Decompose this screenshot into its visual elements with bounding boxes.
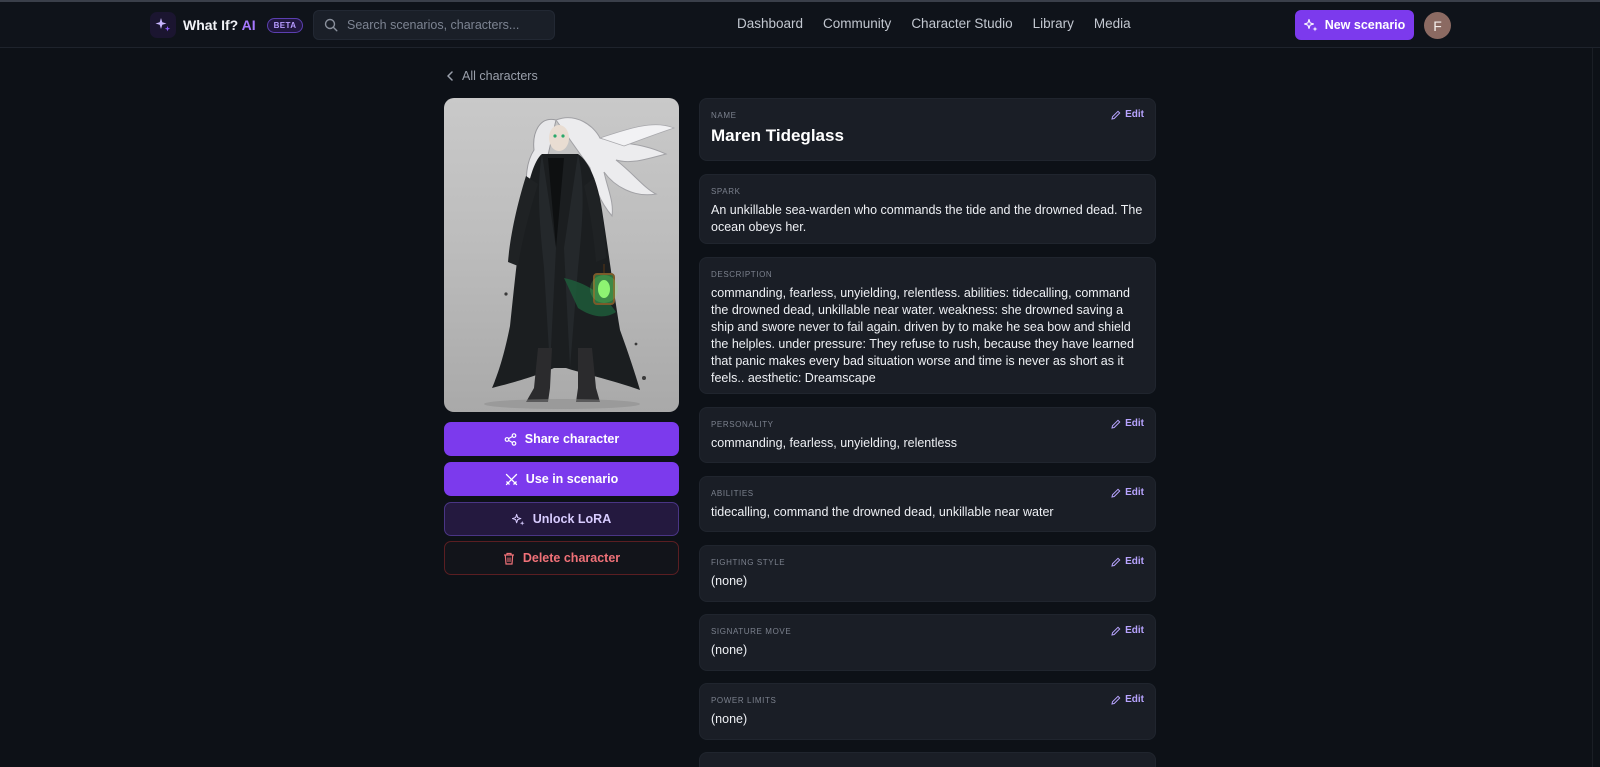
edit-label: Edit xyxy=(1125,556,1144,567)
main-nav: Dashboard Community Character Studio Lib… xyxy=(737,16,1131,31)
delete-character-button[interactable]: Delete character xyxy=(444,541,679,575)
brand-name-text: What If? xyxy=(183,17,239,33)
sparkles-icon xyxy=(1303,18,1318,32)
abilities-value: tidecalling, command the drowned dead, u… xyxy=(711,505,1054,519)
new-scenario-button[interactable]: New scenario xyxy=(1295,10,1414,40)
fighting-style-card: FIGHTING STYLE (none) Edit xyxy=(699,545,1156,602)
edit-abilities-button[interactable]: Edit xyxy=(1111,487,1144,498)
signature-move-value: (none) xyxy=(711,643,748,657)
name-card: NAME Maren Tideglass Edit xyxy=(699,98,1156,161)
share-icon xyxy=(504,432,517,446)
power-limits-field-label: POWER LIMITS xyxy=(711,696,777,705)
nav-dashboard[interactable]: Dashboard xyxy=(737,16,803,31)
user-avatar[interactable]: F xyxy=(1424,12,1451,39)
fighting-style-value: (none) xyxy=(711,574,748,588)
personality-field-label: PERSONALITY xyxy=(711,420,774,429)
pencil-icon xyxy=(1111,488,1121,498)
share-character-button[interactable]: Share character xyxy=(444,422,679,456)
description-card: DESCRIPTION commanding, fearless, unyiel… xyxy=(699,257,1156,394)
brand[interactable]: What If? AI BETA xyxy=(150,11,304,39)
fighting-style-field-label: FIGHTING STYLE xyxy=(711,558,786,567)
nav-library[interactable]: Library xyxy=(1033,16,1074,31)
spark-field-label: SPARK xyxy=(711,187,741,196)
crossed-swords-icon xyxy=(505,473,517,485)
brand-ai-text: AI xyxy=(241,17,256,33)
search-icon xyxy=(324,18,338,32)
edit-signature-move-button[interactable]: Edit xyxy=(1111,625,1144,636)
description-value: commanding, fearless, unyielding, relent… xyxy=(711,286,1134,385)
nav-community[interactable]: Community xyxy=(823,16,891,31)
top-navbar: What If? AI BETA Dashboard Community Cha… xyxy=(0,2,1600,48)
nav-character-studio[interactable]: Character Studio xyxy=(911,16,1012,31)
back-link-label: All characters xyxy=(462,69,538,83)
personality-card: PERSONALITY commanding, fearless, unyiel… xyxy=(699,407,1156,463)
sparkles-logo-icon xyxy=(150,12,176,38)
abilities-field-label: ABILITIES xyxy=(711,489,754,498)
pencil-icon xyxy=(1111,695,1121,705)
edit-personality-button[interactable]: Edit xyxy=(1111,418,1144,429)
power-limits-value: (none) xyxy=(711,712,748,726)
pencil-icon xyxy=(1111,419,1121,429)
signature-move-field-label: SIGNATURE MOVE xyxy=(711,627,792,636)
search-bar[interactable] xyxy=(313,10,555,40)
edit-label: Edit xyxy=(1125,694,1144,705)
trash-icon xyxy=(503,552,514,565)
name-field-label: NAME xyxy=(711,111,737,120)
unlock-lora-label: Unlock LoRA xyxy=(532,512,612,526)
next-field-card xyxy=(699,752,1156,767)
unlock-lora-button[interactable]: Unlock LoRA xyxy=(444,502,679,536)
edit-fighting-style-button[interactable]: Edit xyxy=(1111,556,1144,567)
back-to-all-characters-link[interactable]: All characters xyxy=(446,69,538,83)
use-in-scenario-button[interactable]: Use in scenario xyxy=(444,462,679,496)
edit-power-limits-button[interactable]: Edit xyxy=(1111,694,1144,705)
chevron-left-icon xyxy=(447,71,453,81)
delete-character-label: Delete character xyxy=(522,551,621,565)
spark-value: An unkillable sea-warden who commands th… xyxy=(711,203,1143,234)
description-field-label: DESCRIPTION xyxy=(711,270,773,279)
new-scenario-label: New scenario xyxy=(1324,18,1406,32)
page-scrollbar[interactable] xyxy=(1592,48,1600,767)
brand-name: What If? AI xyxy=(183,17,256,33)
edit-name-button[interactable]: Edit xyxy=(1111,109,1144,120)
character-portrait xyxy=(444,98,679,412)
nav-media[interactable]: Media xyxy=(1094,16,1131,31)
edit-label: Edit xyxy=(1125,418,1144,429)
edit-label: Edit xyxy=(1125,625,1144,636)
share-character-label: Share character xyxy=(524,432,620,446)
pencil-icon xyxy=(1111,110,1121,120)
search-input[interactable] xyxy=(347,18,547,32)
character-name: Maren Tideglass xyxy=(711,126,844,145)
signature-move-card: SIGNATURE MOVE (none) Edit xyxy=(699,614,1156,671)
spark-card: SPARK An unkillable sea-warden who comma… xyxy=(699,174,1156,244)
pencil-icon xyxy=(1111,557,1121,567)
beta-badge: BETA xyxy=(266,17,304,33)
personality-value: commanding, fearless, unyielding, relent… xyxy=(711,436,957,450)
pencil-icon xyxy=(1111,626,1121,636)
edit-label: Edit xyxy=(1125,487,1144,498)
use-in-scenario-label: Use in scenario xyxy=(525,472,619,486)
sparkles-icon xyxy=(511,513,525,526)
abilities-card: ABILITIES tidecalling, command the drown… xyxy=(699,476,1156,532)
power-limits-card: POWER LIMITS (none) Edit xyxy=(699,683,1156,740)
edit-label: Edit xyxy=(1125,109,1144,120)
